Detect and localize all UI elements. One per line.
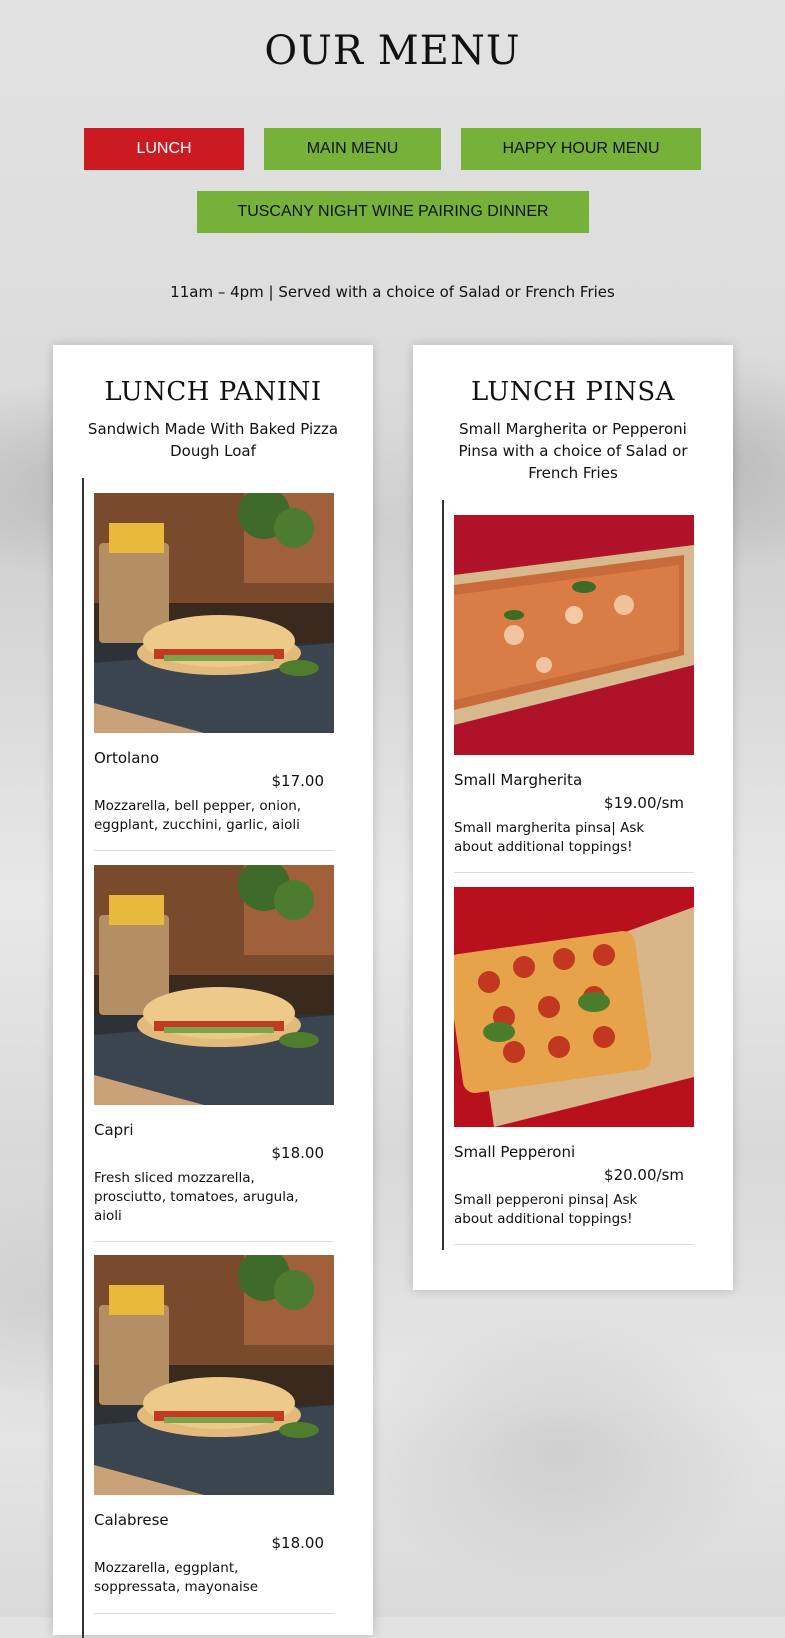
item-divider [94, 1241, 334, 1242]
item-price: $20.00/sm [604, 1166, 684, 1184]
item-name: Small Margherita [454, 771, 583, 789]
menu-item[interactable]: Ortolano $17.00 Mozzarella, bell pepper,… [94, 493, 334, 853]
item-price: $18.00 [271, 1144, 325, 1162]
lunch-panini-card: LUNCH PANINI Sandwich Made With Baked Pi… [53, 345, 373, 1638]
item-name: Ortolano [94, 749, 160, 767]
item-divider [454, 1244, 694, 1245]
section-divider-line [82, 478, 84, 1638]
tab-happy-hour-menu[interactable]: HAPPY HOUR MENU [461, 128, 701, 170]
item-price: $18.00 [271, 1534, 325, 1552]
tab-main-menu[interactable]: MAIN MENU [264, 128, 441, 170]
item-name: Small Pepperoni [454, 1143, 576, 1161]
item-price: $19.00/sm [604, 794, 684, 812]
item-name: Calabrese [94, 1511, 169, 1529]
section-divider-line [442, 500, 444, 1250]
item-divider [454, 872, 694, 873]
panini-photo [94, 1255, 334, 1495]
tab-tuscany-night-wine-pairing-dinner[interactable]: TUSCANY NIGHT WINE PAIRING DINNER [197, 191, 589, 233]
menu-item[interactable]: Small Margherita $19.00/sm Small margher… [454, 515, 694, 875]
section-title: LUNCH PANINI [104, 377, 322, 407]
item-description: Mozzarella, eggplant, soppressata, mayon… [94, 1560, 259, 1595]
menu-item[interactable]: Small Pepperoni $20.00/sm Small pepperon… [454, 887, 694, 1247]
lunch-hours-text: 11am – 4pm | Served with a choice of Sal… [170, 283, 615, 301]
page-title: OUR MENU [264, 28, 521, 74]
item-description: Small margherita pinsa| Ask about additi… [454, 820, 645, 855]
panini-photo [94, 865, 334, 1105]
item-name: Capri [94, 1121, 134, 1139]
lunch-pinsa-card: LUNCH PINSA Small Margherita or Pepperon… [413, 345, 733, 1290]
section-subtitle: Small Margherita or Pepperoni Pinsa with… [458, 420, 688, 482]
tab-lunch[interactable]: LUNCH [84, 128, 244, 170]
section-title: LUNCH PINSA [471, 377, 675, 407]
item-price: $17.00 [271, 772, 325, 790]
section-subtitle: Sandwich Made With Baked Pizza Dough Loa… [87, 420, 339, 460]
item-divider [94, 850, 334, 851]
pepperoni-pinsa-photo [454, 887, 694, 1127]
menu-item[interactable]: Calabrese $18.00 Mozzarella, eggplant, s… [94, 1255, 334, 1627]
menu-item[interactable]: Capri $18.00 Fresh sliced mozzarella, pr… [94, 865, 334, 1245]
panini-photo [94, 493, 334, 733]
item-description: Mozzarella, bell pepper, onion, eggplant… [94, 798, 302, 833]
item-divider [94, 1613, 334, 1614]
margherita-pinsa-photo [454, 515, 694, 755]
item-description: Fresh sliced mozzarella, prosciutto, tom… [94, 1170, 299, 1224]
item-description: Small pepperoni pinsa| Ask about additio… [454, 1192, 638, 1227]
